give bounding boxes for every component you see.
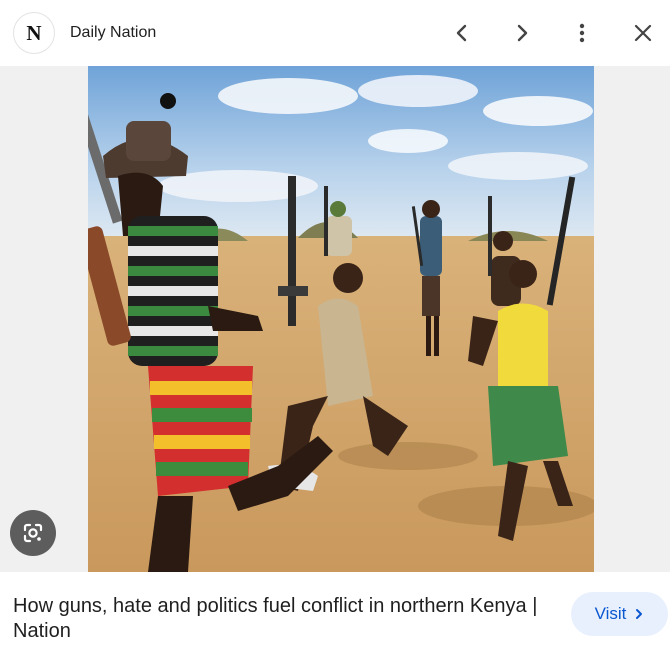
chevron-right-icon [634,608,644,620]
result-title[interactable]: How guns, hate and politics fuel conflic… [13,594,553,644]
close-button[interactable] [624,14,662,52]
viewer-header: N Daily Nation [0,0,670,66]
lens-search-button[interactable] [10,510,56,556]
source-logo[interactable]: N [13,12,55,54]
visit-button[interactable]: Visit [571,592,668,636]
next-button[interactable] [503,14,541,52]
source-name[interactable]: Daily Nation [70,23,156,43]
google-lens-icon [23,523,43,543]
close-icon [634,24,652,42]
more-vert-icon [579,23,585,43]
image-preview-area [0,66,670,572]
chevron-left-icon [456,24,467,42]
more-options-button[interactable] [563,14,601,52]
news-photo[interactable] [88,66,594,572]
visit-label: Visit [594,604,627,623]
chevron-right-icon [517,24,528,42]
previous-button[interactable] [443,14,481,52]
photo-illustration [88,66,594,572]
